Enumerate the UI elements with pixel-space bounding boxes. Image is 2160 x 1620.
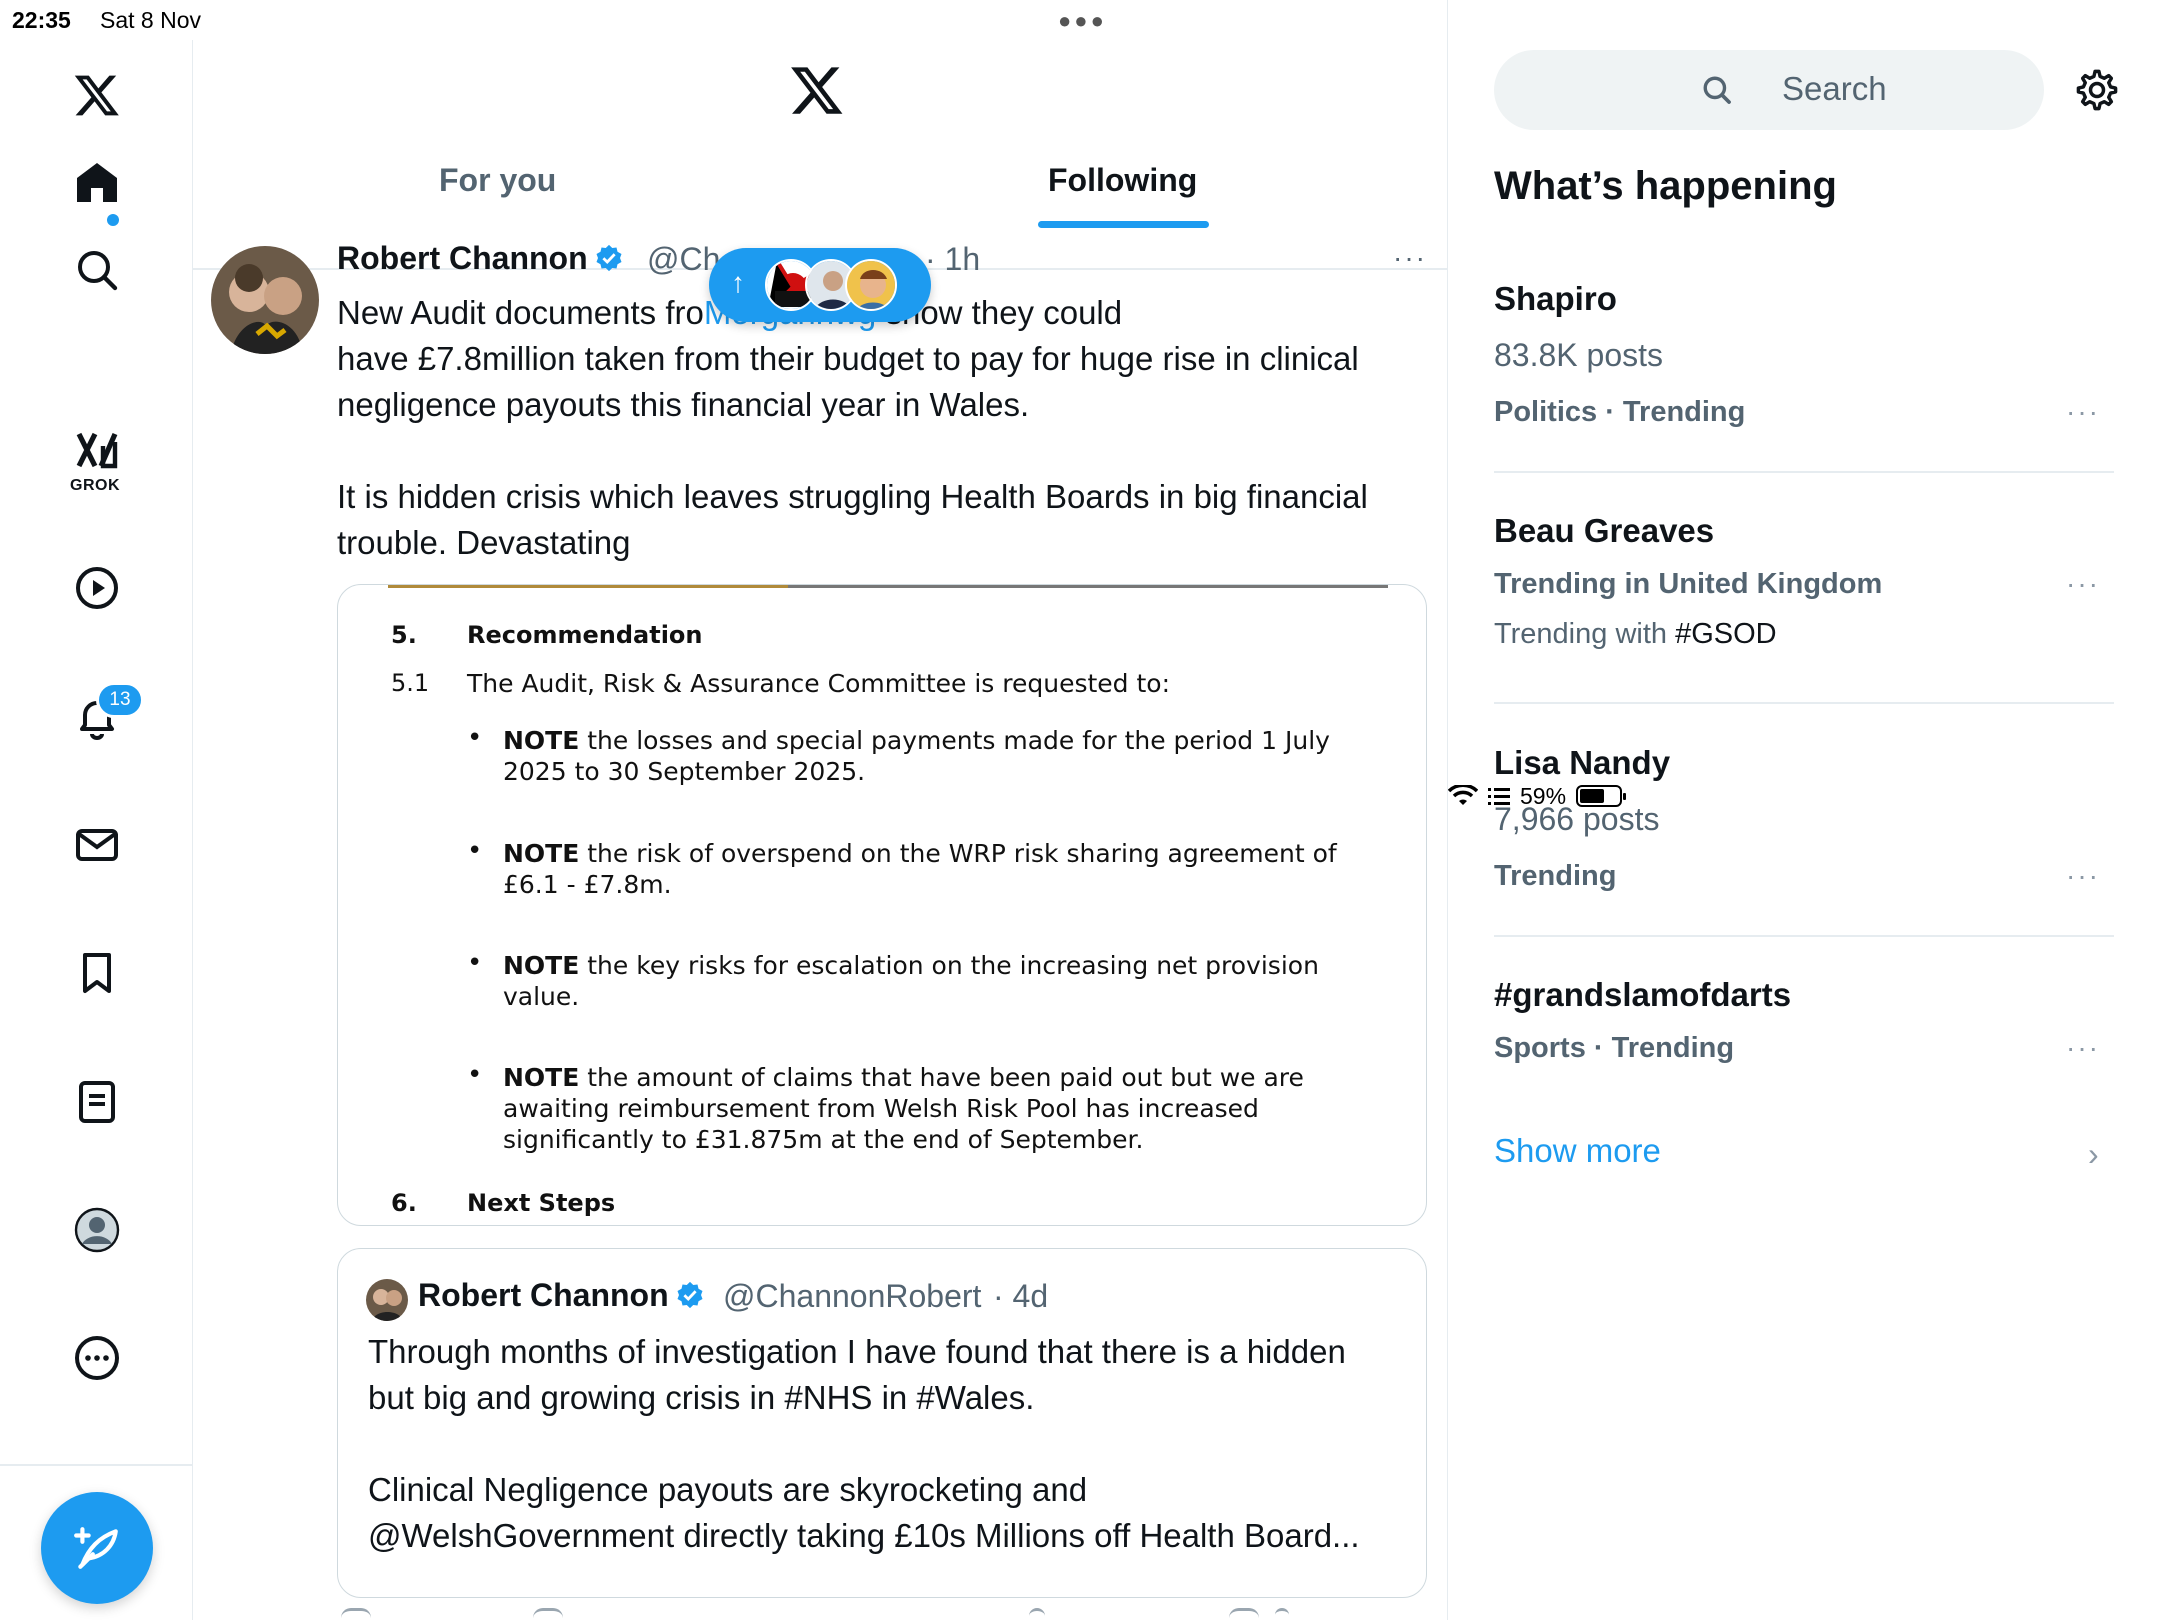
post-more-button[interactable]: ···: [1393, 242, 1427, 274]
views-icon[interactable]: [1229, 1608, 1259, 1620]
nav-divider: [0, 1464, 193, 1466]
post-author-name[interactable]: Robert Channon: [337, 240, 624, 277]
notifications-badge: 13: [96, 682, 144, 718]
new-posts-pill[interactable]: ↑: [709, 248, 931, 322]
reply-icon[interactable]: [341, 1608, 371, 1620]
doc-bullet-item: NOTE the losses and special payments mad…: [503, 726, 1330, 786]
repost-icon[interactable]: [533, 1608, 563, 1620]
search-icon: [1703, 76, 1731, 104]
post-timestamp[interactable]: · 1h: [925, 241, 980, 278]
quoted-author-name: Robert Channon: [418, 1277, 705, 1314]
quoted-post[interactable]: Robert Channon @ChannonRobert · 4d Throu…: [337, 1248, 1427, 1598]
right-sidebar: Search What’s happening Shapiro 83.8K po…: [1448, 40, 2160, 1620]
post-author-handle[interactable]: @Ch: [647, 241, 720, 278]
like-icon[interactable]: [1029, 1608, 1045, 1620]
trend-divider: [1494, 702, 2114, 704]
trend-category: Trending: [1494, 860, 1617, 892]
chevron-right-icon: ›: [2088, 1136, 2099, 1172]
status-time: 22:35: [12, 7, 71, 33]
trend-title[interactable]: Lisa Nandy: [1494, 744, 1670, 782]
doc-bullet-item: NOTE the risk of overspend on the WRP ri…: [503, 839, 1337, 899]
quoted-post-text: Through months of investigation I have f…: [368, 1333, 1360, 1554]
quoted-author-avatar: [366, 1279, 408, 1321]
trend-with-hashtag: Trending with #GSOD: [1494, 618, 1777, 650]
tab-following[interactable]: Following: [1048, 162, 1197, 199]
left-navigation: GROK 13: [0, 40, 193, 1620]
post-text: New Audit documents froMorgannwg show th…: [337, 294, 1368, 561]
quoted-author-handle: @ChannonRobert: [723, 1278, 982, 1314]
x-logo-icon[interactable]: [62, 60, 132, 130]
grok-label: GROK: [70, 477, 120, 494]
bullet-icon: •: [467, 1060, 483, 1090]
arrow-up-icon: ↑: [731, 267, 745, 298]
bullet-icon: •: [467, 948, 483, 978]
search-icon[interactable]: [62, 235, 132, 305]
bullet-icon: •: [467, 723, 483, 753]
post-image-document[interactable]: 5. Recommendation 5.1 The Audit, Risk & …: [337, 584, 1427, 1226]
home-unread-dot: [107, 214, 119, 226]
search-input[interactable]: Search: [1494, 50, 2044, 130]
document-rule-accent: [388, 585, 788, 588]
doc-section-title: Recommendation: [467, 621, 703, 649]
post-author-avatar[interactable]: [211, 246, 319, 354]
grok-icon[interactable]: [62, 420, 132, 480]
doc-subsection-text: The Audit, Risk & Assurance Committee is…: [467, 669, 1171, 698]
trend-title[interactable]: Beau Greaves: [1494, 512, 1714, 550]
main-timeline: For you Following Robert Channon @Ch · 1…: [193, 0, 1448, 1620]
doc-section-number: 6.: [391, 1189, 417, 1217]
trend-more-button[interactable]: ···: [2066, 568, 2100, 600]
trend-hashtag-link[interactable]: #GSOD: [1675, 618, 1777, 650]
lists-icon[interactable]: [62, 1067, 132, 1137]
verified-badge-icon: [677, 1281, 703, 1309]
compose-feather-icon: [74, 1527, 118, 1569]
trend-title[interactable]: #grandslamofdarts: [1494, 976, 1791, 1014]
video-icon[interactable]: [62, 553, 132, 623]
trend-title[interactable]: Shapiro: [1494, 280, 1617, 318]
show-more-link[interactable]: Show more: [1494, 1132, 1661, 1170]
trend-more-button[interactable]: ···: [2066, 396, 2100, 428]
whats-happening-title: What’s happening: [1494, 164, 1837, 208]
profile-icon[interactable]: [62, 1195, 132, 1265]
trend-post-count: 83.8K posts: [1494, 337, 1663, 373]
trend-post-count: 7,966 posts: [1494, 801, 1660, 837]
home-icon[interactable]: [62, 147, 132, 217]
status-date: Sat 8 Nov: [100, 7, 201, 33]
doc-bullet-item: NOTE the key risks for escalation on the…: [503, 951, 1319, 1011]
mail-icon[interactable]: [62, 810, 132, 880]
doc-section-number: 5.: [391, 621, 417, 649]
trend-category: Politics · Trending: [1494, 396, 1746, 428]
search-placeholder: Search: [1782, 70, 1887, 107]
more-icon[interactable]: [62, 1323, 132, 1393]
timeline-header: For you Following: [193, 40, 1447, 270]
doc-subsection-number: 5.1: [391, 669, 430, 697]
trend-divider: [1494, 935, 2114, 937]
active-tab-indicator: [1038, 221, 1209, 228]
verified-badge-icon: [596, 244, 622, 272]
quoted-timestamp: · 4d: [993, 1278, 1049, 1314]
new-post-avatar: [845, 259, 897, 311]
x-logo-icon[interactable]: [789, 62, 845, 118]
trend-category: Sports · Trending: [1494, 1032, 1735, 1064]
settings-gear-icon[interactable]: [2074, 67, 2120, 118]
compose-button[interactable]: [41, 1492, 153, 1604]
doc-section-title: Next Steps: [467, 1189, 616, 1217]
tab-for-you[interactable]: For you: [439, 162, 556, 199]
doc-bullet-item: NOTE the amount of claims that have been…: [503, 1063, 1304, 1154]
bullet-icon: •: [467, 836, 483, 866]
share-icon[interactable]: [1275, 1608, 1289, 1620]
trend-divider: [1494, 471, 2114, 473]
trend-category: Trending in United Kingdom: [1494, 568, 1883, 600]
trend-more-button[interactable]: ···: [2066, 860, 2100, 892]
bookmark-icon[interactable]: [62, 938, 132, 1008]
trend-more-button[interactable]: ···: [2066, 1032, 2100, 1064]
